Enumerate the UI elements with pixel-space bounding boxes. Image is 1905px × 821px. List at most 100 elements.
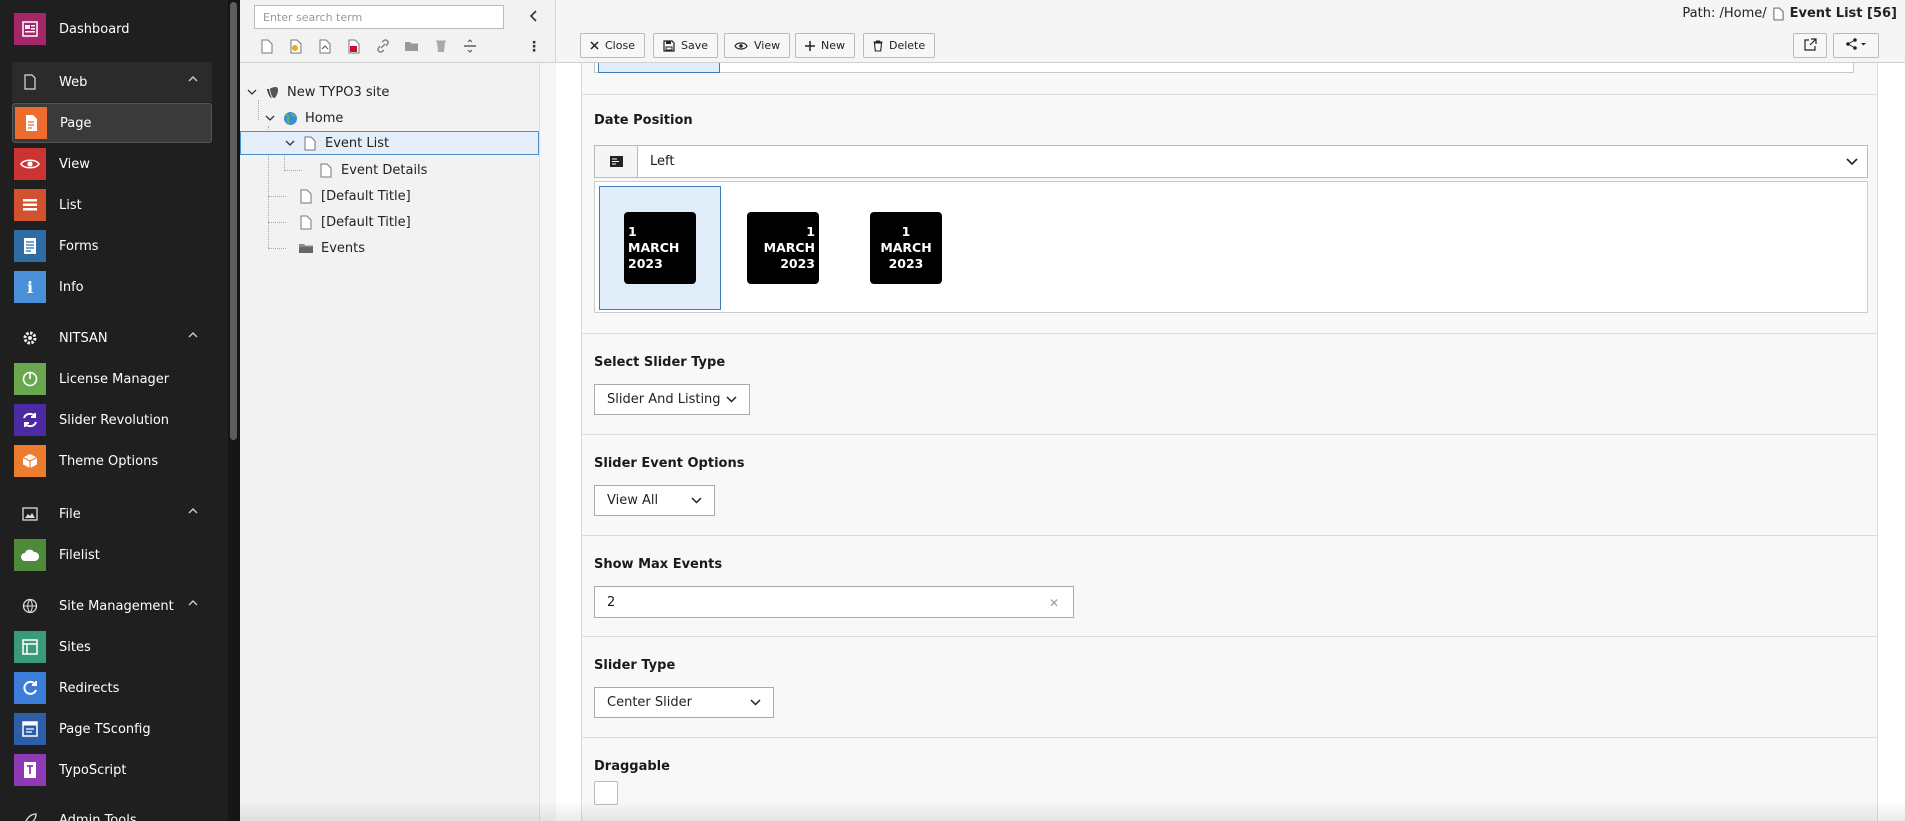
module-page-tsconfig[interactable]: Page TSconfig [12,709,212,749]
trash-icon[interactable] [426,36,455,56]
new-mount-page-icon[interactable] [310,36,339,56]
page-icon [298,188,314,204]
group-nitsan[interactable]: NITSAN [12,318,212,358]
module-info[interactable]: i Info [12,267,212,307]
kebab-menu-icon[interactable]: ⋮ [526,37,542,57]
module-menu: Dashboard Web Page View List Forms i Inf [0,0,240,821]
power-icon [14,363,46,395]
date-preview-tile: 1 MARCH 2023 [870,212,942,284]
group-site-management[interactable]: Site Management [12,586,212,626]
field-label: Select Slider Type [594,355,726,370]
group-file[interactable]: File [12,494,212,534]
new-page-icon[interactable] [252,36,281,56]
date-day: 1 [628,224,637,239]
tree-node-home[interactable]: Home [264,106,343,130]
module-slider-revolution[interactable]: Slider Revolution [12,400,212,440]
date-position-option-right[interactable]: 1 MARCH 2023 [722,186,844,310]
date-day: 1 [806,224,815,239]
new-backend-page-icon[interactable] [339,36,368,56]
new-button[interactable]: New [795,33,855,58]
clear-input-icon[interactable]: ✕ [1049,596,1059,610]
tree-node-events[interactable]: Events [298,236,365,260]
previous-field-section [582,63,1877,95]
folder-icon[interactable] [397,36,426,56]
new-button-label: New [821,39,845,52]
module-dashboard[interactable]: Dashboard [12,9,212,49]
save-button[interactable]: Save [653,33,719,58]
date-position-option-center[interactable]: 1 MARCH 2023 [845,186,967,310]
path-prefix: Path: /Home/ [1682,6,1767,21]
form-area: Date Position Left 1 MARCH 2023 1 MARCH … [581,63,1878,821]
module-view[interactable]: View [12,144,212,184]
chevron-down-icon [750,699,761,706]
date-preview-tile: 1 MARCH 2023 [624,212,696,284]
page-tree-panel: ⋮ New TYPO3 site Home Event List Event D… [240,0,556,821]
tree-node-event-details[interactable]: Event Details [318,158,427,182]
group-admin-tools[interactable]: Admin Tools [12,800,212,821]
date-position-option-left[interactable]: 1 MARCH 2023 [599,186,721,310]
module-page[interactable]: Page [12,103,212,143]
dropdown-value: Slider And Listing [607,392,721,407]
folder-icon [298,240,314,256]
chevron-up-icon [188,508,198,514]
tree-search-input[interactable] [254,5,504,29]
link-page-icon[interactable] [368,36,397,56]
chevron-down-icon [1837,157,1867,166]
show-max-events-input[interactable]: 2 ✕ [594,586,1074,618]
chevron-down-icon[interactable] [284,137,296,149]
chevron-up-icon [188,332,198,338]
module-filelist[interactable]: Filelist [12,535,212,575]
select-slider-type-dropdown[interactable]: Slider And Listing [594,384,750,415]
share-dropdown-button[interactable] [1833,33,1879,58]
module-label: Forms [59,238,99,254]
date-position-select[interactable]: Left [594,145,1868,178]
close-button[interactable]: Close [580,33,645,58]
globe-page-icon [282,110,298,126]
view-button[interactable]: View [724,33,791,58]
date-year: 2023 [628,256,663,271]
tree-node-label: Event Details [341,162,428,178]
open-new-window-button[interactable] [1793,33,1827,58]
date-month: MARCH [628,240,680,255]
draggable-checkbox[interactable] [594,781,618,805]
date-month: MARCH [880,240,932,255]
tree-node-default-title-2[interactable]: [Default Title] [298,210,411,234]
draggable-section: Draggable [582,738,1877,821]
module-list[interactable]: List [12,185,212,225]
module-typoscript[interactable]: TypoScript [12,750,212,790]
delete-button[interactable]: Delete [863,33,936,58]
module-label: Sites [59,639,91,655]
slider-type-dropdown[interactable]: Center Slider [594,687,774,718]
cloud-icon [14,539,46,571]
typo3-site-icon [264,84,280,100]
field-label: Date Position [594,113,693,128]
module-theme-options[interactable]: Theme Options [12,441,212,481]
module-forms[interactable]: Forms [12,226,212,266]
module-sites[interactable]: Sites [12,627,212,667]
slider-event-options-section: Slider Event Options View All [582,435,1877,536]
close-icon [590,41,599,50]
tree-node-event-list[interactable]: Event List [240,131,539,155]
module-redirects[interactable]: Redirects [12,668,212,708]
date-year: 2023 [780,256,815,271]
collapse-tree-button[interactable] [524,6,544,26]
divider-icon[interactable] [455,36,484,56]
slider-event-options-dropdown[interactable]: View All [594,485,715,516]
module-menu-scrollbar[interactable] [228,0,240,821]
date-year: 2023 [888,256,924,271]
group-web[interactable]: Web [12,62,212,102]
field-label: Slider Type [594,658,676,673]
tree-node-label: Event List [325,135,390,151]
box-icon [14,445,46,477]
chevron-down-icon[interactable] [246,86,258,98]
chevron-down-icon[interactable] [264,112,276,124]
tree-node-root[interactable]: New TYPO3 site [246,80,389,104]
chevron-left-icon [529,10,537,22]
date-day: 1 [901,224,911,239]
tree-node-label: Home [305,110,344,126]
module-license-manager[interactable]: License Manager [12,359,212,399]
tree-node-default-title-1[interactable]: [Default Title] [298,184,411,208]
page-tree-scrollbar[interactable] [539,63,556,821]
new-shortcut-page-icon[interactable] [281,36,310,56]
current-page-title: Event List [56] [1789,6,1897,21]
